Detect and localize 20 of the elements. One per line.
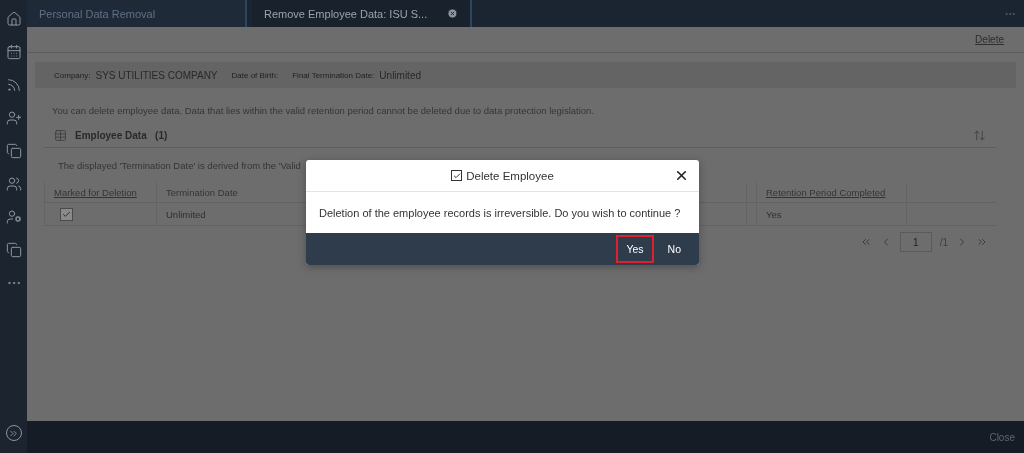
section-title: Employee Data (1)	[75, 129, 169, 141]
check-icon	[62, 209, 71, 219]
delete-link[interactable]: Delete	[975, 34, 1004, 45]
dialog-message: Deletion of the employee records is irreversible. Do you wish to continue ?	[318, 205, 682, 221]
checkbox[interactable]	[60, 207, 73, 221]
field-label: Company:	[54, 70, 91, 80]
tab[interactable]: Remove Employee Data: ISU S...	[252, 0, 472, 27]
close-button[interactable]: Close	[989, 431, 1015, 443]
field-value: Unlimited	[379, 69, 422, 81]
dialog-title: Delete Employee	[466, 169, 554, 182]
checkbox-icon	[451, 170, 463, 181]
page-field[interactable]: 1	[899, 232, 932, 252]
table-icon	[54, 128, 67, 142]
field-value: SYS UTILITIES COMPANY	[95, 69, 218, 81]
dialog-button[interactable]: Yes	[616, 235, 654, 263]
tab[interactable]: Personal Data Removal	[27, 0, 247, 27]
close-button[interactable]	[674, 168, 689, 183]
close-icon[interactable]	[447, 8, 458, 19]
table-cell: Yes	[756, 202, 906, 226]
last-page-icon[interactable]	[976, 236, 988, 248]
